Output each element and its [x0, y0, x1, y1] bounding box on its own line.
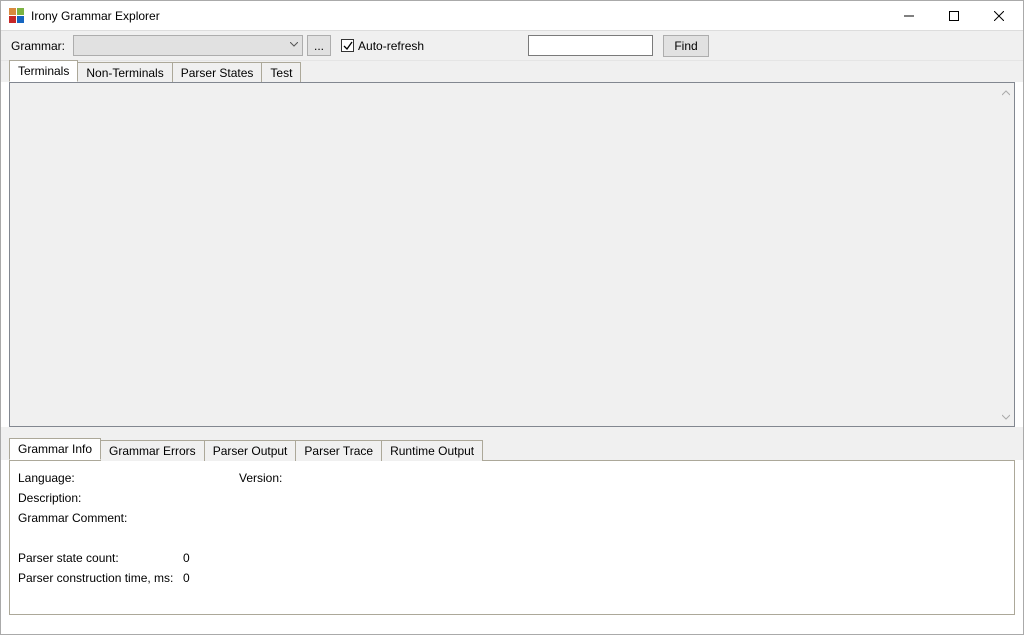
main-content-panel	[9, 82, 1015, 427]
window-title: Irony Grammar Explorer	[31, 9, 160, 23]
tab-test[interactable]: Test	[262, 62, 301, 83]
find-button[interactable]: Find	[663, 35, 709, 57]
splitter[interactable]	[1, 427, 1023, 439]
state-count-label: Parser state count:	[18, 551, 183, 565]
tab-runtime-output[interactable]: Runtime Output	[382, 440, 483, 461]
grammar-info-panel: Language: Version: Description: Grammar …	[9, 460, 1015, 615]
state-count-value: 0	[183, 551, 190, 565]
close-button[interactable]	[976, 1, 1021, 30]
autorefresh-label: Auto-refresh	[358, 39, 424, 53]
tab-grammar-errors[interactable]: Grammar Errors	[101, 440, 205, 461]
bottom-tabstrip: Grammar Info Grammar Errors Parser Outpu…	[1, 439, 1023, 460]
tab-parser-states[interactable]: Parser States	[173, 62, 263, 83]
chevron-down-icon	[290, 40, 298, 51]
scroll-down-button[interactable]	[998, 408, 1013, 425]
version-label: Version:	[239, 471, 282, 485]
description-label: Description:	[18, 491, 183, 505]
minimize-button[interactable]	[886, 1, 931, 30]
tab-terminals[interactable]: Terminals	[9, 60, 78, 82]
grammar-label: Grammar:	[11, 39, 65, 53]
search-input[interactable]	[528, 35, 653, 56]
maximize-button[interactable]	[931, 1, 976, 30]
construction-time-value: 0	[183, 571, 190, 585]
grammar-combobox[interactable]	[73, 35, 303, 56]
language-value	[183, 471, 239, 485]
scroll-up-button[interactable]	[998, 84, 1013, 101]
comment-label: Grammar Comment:	[18, 511, 183, 525]
checkbox-icon	[341, 39, 354, 52]
construction-time-label: Parser construction time, ms:	[18, 571, 183, 585]
browse-button[interactable]: ...	[307, 35, 331, 56]
toolbar: Grammar: ... Auto-refresh Find	[1, 31, 1023, 61]
tab-parser-output[interactable]: Parser Output	[205, 440, 297, 461]
top-tabstrip: Terminals Non-Terminals Parser States Te…	[1, 61, 1023, 82]
titlebar: Irony Grammar Explorer	[1, 1, 1023, 31]
app-icon	[9, 8, 25, 24]
autorefresh-checkbox[interactable]: Auto-refresh	[341, 39, 424, 53]
language-label: Language:	[18, 471, 183, 485]
tab-parser-trace[interactable]: Parser Trace	[296, 440, 382, 461]
tab-non-terminals[interactable]: Non-Terminals	[78, 62, 172, 83]
tab-grammar-info[interactable]: Grammar Info	[9, 438, 101, 460]
